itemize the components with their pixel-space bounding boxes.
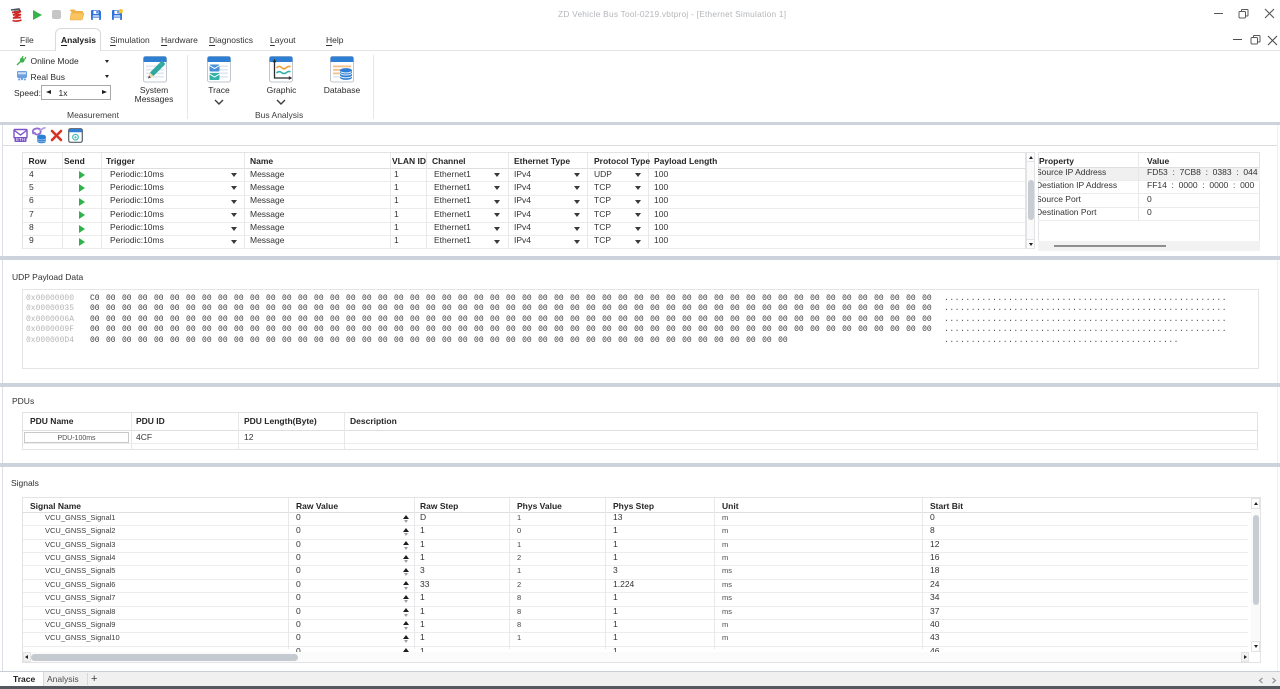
svg-text:ETH: ETH	[16, 137, 25, 142]
